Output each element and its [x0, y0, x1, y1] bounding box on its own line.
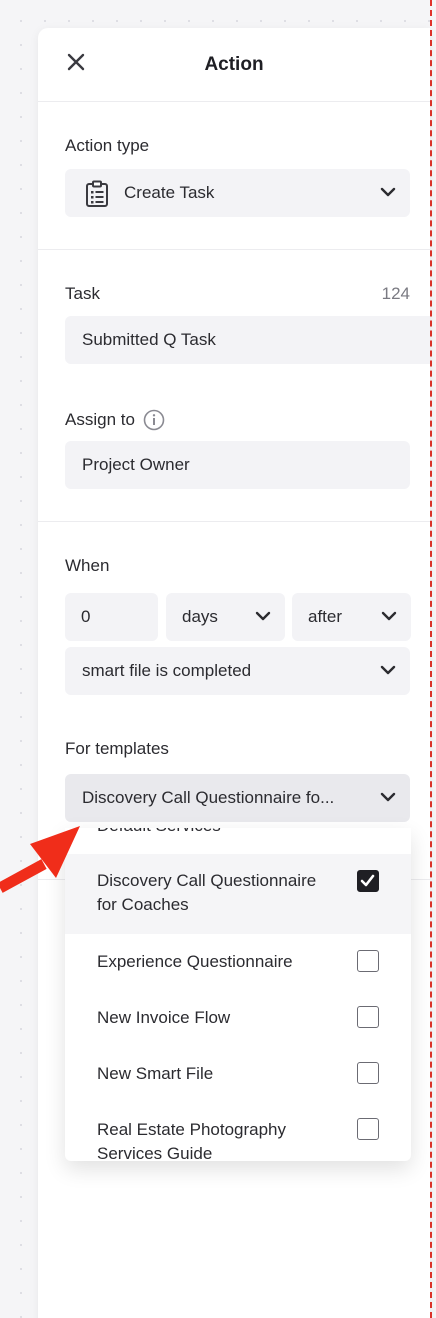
template-option-checkbox[interactable]: [357, 1118, 379, 1140]
when-unit-value: days: [182, 607, 218, 626]
for-templates-label: For templates: [65, 739, 169, 758]
template-option-checkbox[interactable]: [357, 950, 379, 972]
panel-header: Action: [38, 28, 430, 102]
when-section: When 0 days after smart file is complete…: [38, 522, 430, 880]
assign-to-label-row: Assign to: [65, 409, 165, 431]
action-type-label: Action type: [65, 136, 150, 155]
when-relation-value: after: [308, 607, 343, 626]
template-option-label: Experience Questionnaire: [97, 952, 293, 971]
template-option-label-line1: Real Estate Photography: [97, 1120, 287, 1139]
task-input-value: Submitted Q Task: [82, 330, 216, 349]
when-amount-input[interactable]: 0: [65, 593, 158, 641]
dashed-border-guide: [430, 0, 432, 1318]
template-option-label-line2: for Coaches: [97, 895, 189, 914]
task-section: Task 124 Submitted Q Task Assign to Proj…: [38, 250, 430, 522]
task-label: Task: [65, 284, 100, 303]
chevron-down-icon: [381, 611, 397, 621]
template-option[interactable]: Real Estate Photography Services Guide: [65, 1102, 411, 1161]
template-option-label-line1: Discovery Call Questionnaire: [97, 871, 317, 890]
when-trigger-value: smart file is completed: [82, 661, 252, 680]
task-input[interactable]: Submitted Q Task: [65, 316, 430, 364]
when-amount-value: 0: [81, 607, 91, 626]
template-option-label: New Invoice Flow: [97, 1008, 231, 1027]
action-type-section: Action type Create Task: [38, 102, 430, 250]
when-trigger-select[interactable]: smart file is completed: [65, 647, 410, 695]
annotation-arrow-icon: [0, 826, 80, 893]
action-type-value: Create Task: [124, 183, 215, 202]
clipboard-list-icon: [86, 180, 108, 207]
checkmark-icon: [360, 874, 375, 887]
page-title: Action: [204, 54, 264, 75]
chevron-down-icon: [380, 665, 396, 675]
template-option-checkbox[interactable]: [357, 870, 379, 892]
template-option[interactable]: Experience Questionnaire: [65, 934, 411, 990]
assign-to-select[interactable]: Project Owner: [65, 441, 410, 489]
when-label: When: [65, 556, 110, 575]
template-option[interactable]: New Smart File: [65, 1046, 411, 1102]
task-char-counter: 124: [381, 284, 410, 303]
template-option-checkbox[interactable]: [357, 1062, 379, 1084]
template-option[interactable]: New Invoice Flow: [65, 990, 411, 1046]
templates-dropdown-list: Default Services Discovery Call Question…: [65, 828, 411, 1161]
template-option[interactable]: Default Services: [65, 828, 411, 854]
template-option[interactable]: Discovery Call Questionnaire for Coaches: [65, 854, 411, 934]
when-relation-select[interactable]: after: [292, 593, 411, 641]
template-option-label-line2: Services Guide: [97, 1144, 213, 1161]
chevron-down-icon: [380, 792, 396, 802]
assign-to-value: Project Owner: [82, 455, 190, 474]
template-option-label: New Smart File: [97, 1064, 214, 1083]
when-unit-select[interactable]: days: [166, 593, 285, 641]
assign-to-label: Assign to: [65, 410, 135, 429]
template-option-label: Default Services: [97, 828, 221, 838]
chevron-down-icon: [380, 187, 396, 197]
action-type-select[interactable]: Create Task: [65, 169, 410, 217]
chevron-down-icon: [255, 611, 271, 621]
template-option-checkbox[interactable]: [357, 1006, 379, 1028]
templates-select-value: Discovery Call Questionnaire fo...: [82, 788, 335, 807]
info-icon[interactable]: [143, 409, 165, 431]
templates-select[interactable]: Discovery Call Questionnaire fo...: [65, 774, 410, 822]
